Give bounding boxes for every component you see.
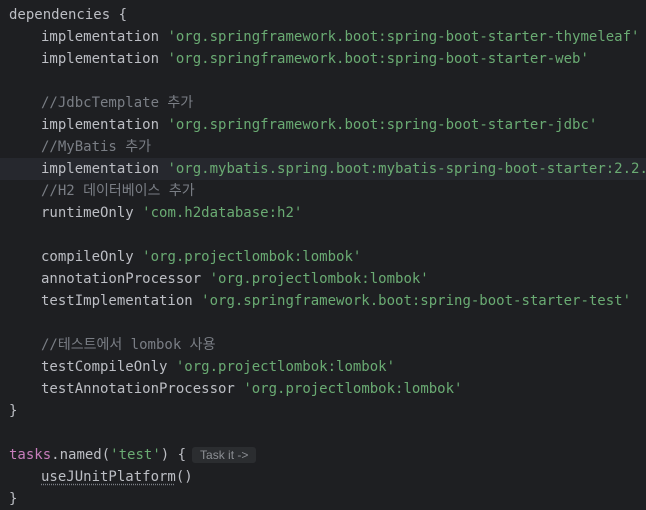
code-comment: //H2 데이터베이스 추가 [41, 183, 195, 199]
code-line[interactable]: tasks.named('test') { Task it -> [0, 444, 646, 466]
task-name-string: 'test' [110, 447, 161, 463]
config-keyword: testCompileOnly [41, 359, 168, 375]
config-keyword: implementation [41, 29, 160, 45]
code-line[interactable]: testAnnotationProcessor 'org.projectlomb… [0, 378, 646, 400]
code-line[interactable]: compileOnly 'org.projectlombok:lombok' [0, 246, 646, 268]
dependency-string: 'org.springframework.boot:spring-boot-st… [167, 117, 598, 133]
code-line-current[interactable]: implementation 'org.mybatis.spring.boot:… [0, 158, 646, 180]
code-comment: //MyBatis 추가 [41, 139, 152, 155]
dependency-string: 'org.springframework.boot:spring-boot-st… [167, 29, 640, 45]
code-line[interactable]: dependencies { [0, 4, 646, 26]
code-line[interactable]: //테스트에서 lombok 사용 [0, 334, 646, 356]
call-parens: () [175, 469, 193, 485]
code-line[interactable]: //JdbcTemplate 추가 [0, 92, 646, 114]
code-editor[interactable]: dependencies { implementation 'org.sprin… [0, 0, 646, 509]
config-keyword: testAnnotationProcessor [41, 381, 235, 397]
code-line[interactable]: //H2 데이터베이스 추가 [0, 180, 646, 202]
code-line[interactable]: annotationProcessor 'org.projectlombok:l… [0, 268, 646, 290]
config-keyword: runtimeOnly [41, 205, 134, 221]
code-line[interactable]: implementation 'org.springframework.boot… [0, 48, 646, 70]
code-comment: //테스트에서 lombok 사용 [41, 337, 216, 353]
config-keyword: implementation [41, 51, 160, 67]
block-open: ) { [160, 447, 187, 463]
dependencies-block-open: dependencies { [9, 7, 128, 23]
named-call: .named( [51, 447, 111, 463]
code-line[interactable]: //MyBatis 추가 [0, 136, 646, 158]
dependency-string: 'org.projectlombok:lombok' [209, 271, 429, 287]
config-keyword: compileOnly [41, 249, 134, 265]
code-line[interactable]: useJUnitPlatform() [0, 466, 646, 488]
dependency-string: 'org.projectlombok:lombok' [142, 249, 362, 265]
dependency-string: 'org.springframework.boot:spring-boot-st… [201, 293, 632, 309]
tasks-identifier: tasks [9, 447, 52, 463]
code-line[interactable]: implementation 'org.springframework.boot… [0, 26, 646, 48]
dependency-string: 'org.mybatis.spring.boot:mybatis-spring-… [167, 161, 646, 177]
dependencies-block-close: } [9, 403, 18, 419]
dependency-string: 'org.projectlombok:lombok' [175, 359, 396, 375]
tasks-block-close: } [9, 491, 18, 507]
code-line-empty[interactable] [0, 224, 646, 246]
config-keyword: implementation [41, 117, 160, 133]
parameter-inlay-hint[interactable]: Task it -> [192, 447, 257, 463]
dependency-string: 'org.springframework.boot:spring-boot-st… [167, 51, 589, 67]
config-keyword: implementation [41, 161, 160, 177]
code-line[interactable]: } [0, 400, 646, 422]
code-line-empty[interactable] [0, 312, 646, 334]
code-line[interactable]: testCompileOnly 'org.projectlombok:lombo… [0, 356, 646, 378]
code-line[interactable]: runtimeOnly 'com.h2database:h2' [0, 202, 646, 224]
config-keyword: testImplementation [41, 293, 193, 309]
dependency-string: 'org.projectlombok:lombok' [243, 381, 463, 397]
method-call[interactable]: useJUnitPlatform [41, 469, 176, 485]
dependency-string: 'com.h2database:h2' [142, 205, 303, 221]
code-line[interactable]: } [0, 488, 646, 510]
code-line-empty[interactable] [0, 422, 646, 444]
code-line-empty[interactable] [0, 70, 646, 92]
code-line[interactable]: implementation 'org.springframework.boot… [0, 114, 646, 136]
code-comment: //JdbcTemplate 추가 [41, 95, 194, 111]
code-line[interactable]: testImplementation 'org.springframework.… [0, 290, 646, 312]
config-keyword: annotationProcessor [41, 271, 202, 287]
